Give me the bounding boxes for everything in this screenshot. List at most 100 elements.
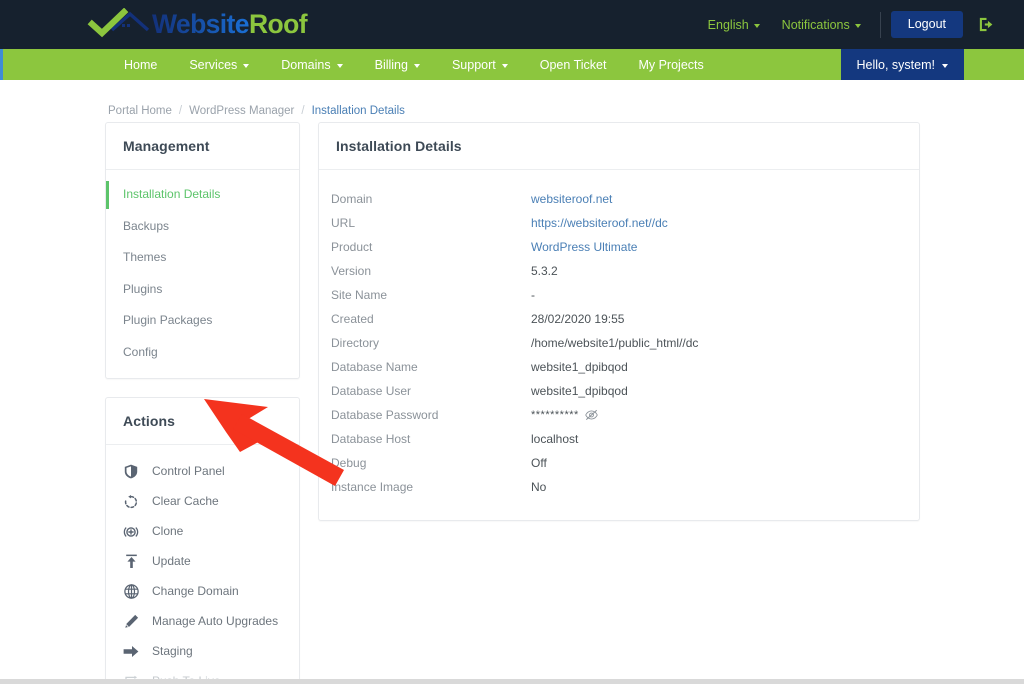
breadcrumb-separator: / [301, 105, 305, 117]
content-area: Management Installation Details Backups … [0, 122, 1024, 684]
table-row: Directory /home/website1/public_html//dc [319, 331, 919, 355]
nav-item-open-ticket[interactable]: Open Ticket [524, 49, 623, 80]
breadcrumb-item-installation-details[interactable]: Installation Details [312, 105, 405, 117]
detail-label: Directory [331, 336, 380, 350]
clone-icon [123, 524, 139, 540]
detail-label: URL [331, 216, 356, 230]
action-staging[interactable]: Staging [106, 637, 299, 667]
action-change-domain[interactable]: Change Domain [106, 577, 299, 607]
nav-item-support[interactable]: Support [436, 49, 524, 80]
table-row: Site Name - [319, 283, 919, 307]
management-panel: Management Installation Details Backups … [105, 122, 300, 379]
action-update[interactable]: Update [106, 547, 299, 577]
svg-text:Website: Website [152, 9, 249, 39]
action-clear-cache[interactable]: Clear Cache [106, 487, 299, 517]
nav-label: Billing [374, 57, 408, 72]
detail-label: Database Host [331, 432, 411, 446]
detail-value: ********** [531, 409, 598, 421]
arrow-right-icon [123, 644, 139, 660]
detail-value: websiteroof.net [531, 192, 612, 206]
breadcrumb-item-portal-home[interactable]: Portal Home [108, 105, 172, 117]
eye-slash-icon[interactable] [585, 409, 598, 421]
detail-value: No [531, 480, 547, 494]
actions-panel: Actions Control Panel Clear Cache Clone … [105, 396, 300, 684]
left-sidebar: Management Installation Details Backups … [105, 122, 300, 684]
site-logo[interactable]: Website Roof [86, 0, 318, 49]
action-label: Clear Cache [152, 493, 219, 508]
language-label: English [707, 17, 749, 32]
action-label: Manage Auto Upgrades [152, 613, 279, 628]
domain-link[interactable]: websiteroof.net [531, 192, 612, 206]
nav-item-my-projects[interactable]: My Projects [622, 49, 719, 80]
action-clone[interactable]: Clone [106, 517, 299, 547]
detail-value: website1_dpibqod [531, 384, 628, 398]
table-row: Instance Image No [319, 475, 919, 499]
chevron-down-icon [413, 63, 420, 68]
table-row: Database User website1_dpibqod [319, 379, 919, 403]
action-control-panel[interactable]: Control Panel [106, 457, 299, 487]
sidebar-item-themes[interactable]: Themes [106, 242, 299, 274]
sidebar-item-backups[interactable]: Backups [106, 211, 299, 243]
nav-item-billing[interactable]: Billing [359, 49, 436, 80]
table-row: Database Host localhost [319, 427, 919, 451]
nav-item-services[interactable]: Services [173, 49, 265, 80]
nav-label: Home [124, 57, 158, 72]
details-table: Domain websiteroof.net URL https://websi… [319, 170, 919, 520]
sidebar-item-plugin-packages[interactable]: Plugin Packages [106, 305, 299, 337]
upload-icon [123, 554, 139, 570]
management-list: Installation Details Backups Themes Plug… [106, 170, 299, 378]
detail-label: Instance Image [331, 480, 414, 494]
sidebar-item-plugins[interactable]: Plugins [106, 274, 299, 306]
notifications-menu[interactable]: Notifications [771, 18, 872, 32]
sign-out-glyph [979, 17, 993, 32]
detail-value: - [531, 288, 535, 302]
sign-out-icon[interactable] [977, 15, 996, 34]
detail-label: Domain [331, 192, 373, 206]
breadcrumb-item-wordpress-manager[interactable]: WordPress Manager [189, 105, 294, 117]
actions-list: Control Panel Clear Cache Clone Update C… [106, 445, 299, 684]
user-menu[interactable]: Hello, system! [840, 49, 964, 80]
table-row: URL https://websiteroof.net//dc [319, 211, 919, 235]
shield-icon [123, 464, 139, 480]
language-selector[interactable]: English [697, 18, 771, 32]
detail-value: /home/website1/public_html//dc [531, 336, 699, 350]
chevron-down-icon [501, 63, 508, 68]
management-panel-title: Management [106, 123, 299, 170]
detail-value: https://websiteroof.net//dc [531, 216, 668, 230]
nav-items: Home Services Domains Billing Support Op… [108, 49, 720, 80]
nav-item-domains[interactable]: Domains [265, 49, 358, 80]
action-label: Control Panel [152, 463, 225, 478]
refresh-icon [123, 494, 139, 510]
logout-button[interactable]: Logout [890, 11, 963, 38]
detail-value: WordPress Ultimate [531, 240, 637, 254]
detail-label: Created [331, 312, 374, 326]
main-navbar: Home Services Domains Billing Support Op… [0, 49, 1024, 80]
password-mask: ********** [531, 409, 579, 421]
detail-value: Off [531, 456, 547, 470]
detail-value: website1_dpibqod [531, 360, 628, 374]
page-title: Installation Details [319, 123, 919, 170]
bottom-edge-strip [0, 679, 1024, 684]
table-row: Created 28/02/2020 19:55 [319, 307, 919, 331]
url-link[interactable]: https://websiteroof.net//dc [531, 216, 668, 230]
top-bar: Website Roof English Notifications Logou… [0, 0, 1024, 49]
detail-label: Product [331, 240, 373, 254]
table-row: Database Password ********** [319, 403, 919, 427]
nav-item-home[interactable]: Home [108, 49, 173, 80]
product-link[interactable]: WordPress Ultimate [531, 240, 637, 254]
page-body: Portal Home / WordPress Manager / Instal… [0, 80, 1024, 684]
table-row: Product WordPress Ultimate [319, 235, 919, 259]
action-manage-auto-upgrades[interactable]: Manage Auto Upgrades [106, 607, 299, 637]
notifications-label: Notifications [781, 17, 850, 32]
actions-panel-title: Actions [106, 398, 299, 445]
detail-label: Database User [331, 384, 412, 398]
detail-value: localhost [531, 432, 579, 446]
chevron-down-icon [243, 63, 250, 68]
sidebar-item-config[interactable]: Config [106, 337, 299, 369]
breadcrumb: Portal Home / WordPress Manager / Instal… [0, 80, 1024, 122]
pencil-icon [123, 614, 139, 630]
detail-label: Debug [331, 456, 367, 470]
sidebar-item-installation-details[interactable]: Installation Details [106, 179, 299, 211]
main-panel-column: Installation Details Domain websiteroof.… [318, 122, 920, 684]
action-label: Staging [152, 643, 193, 658]
